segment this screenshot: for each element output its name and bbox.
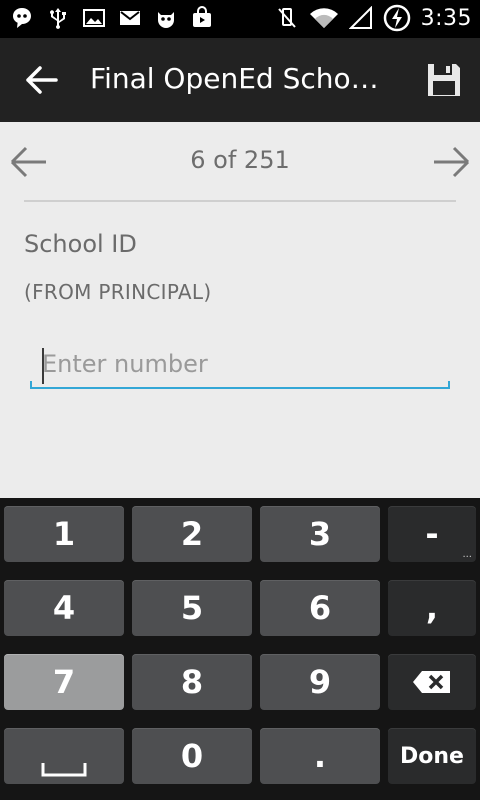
input-underline xyxy=(30,387,450,389)
key-2[interactable]: 2 xyxy=(132,506,252,562)
android-icon xyxy=(158,12,174,28)
status-bar: 3:35 xyxy=(0,0,480,38)
talk-icon xyxy=(13,8,31,28)
key-dash[interactable]: - ... xyxy=(388,506,476,562)
done-key[interactable]: Done xyxy=(388,728,476,784)
number-input[interactable] xyxy=(30,340,450,388)
wifi-icon xyxy=(309,8,338,28)
save-icon[interactable] xyxy=(424,60,464,100)
divider xyxy=(24,200,456,202)
key-6[interactable]: 6 xyxy=(260,580,380,636)
clock: 3:35 xyxy=(420,5,472,31)
answer-field xyxy=(30,340,450,392)
question-navigation: 6 of 251 xyxy=(0,122,480,202)
form-title: Final OpenEd School… xyxy=(90,62,390,95)
text-cursor xyxy=(42,348,44,384)
key-8[interactable]: 8 xyxy=(132,654,252,710)
arrow-back-icon[interactable] xyxy=(22,58,62,102)
numeric-keyboard: 1 2 3 - ... 4 5 6 , 7 8 9 0 . Done xyxy=(0,498,480,800)
usb-icon xyxy=(50,8,66,29)
gmail-icon xyxy=(120,11,140,25)
key-4[interactable]: 4 xyxy=(4,580,124,636)
key-period[interactable]: . xyxy=(260,728,380,784)
image-icon xyxy=(83,9,105,27)
more-indicator: ... xyxy=(462,549,472,560)
question-label: School ID xyxy=(24,230,137,258)
input-underline-left-tick xyxy=(30,381,32,389)
space-icon xyxy=(41,763,87,777)
backspace-icon xyxy=(413,671,450,693)
key-dash-label: - xyxy=(425,515,439,553)
question-counter: 6 of 251 xyxy=(190,146,290,174)
key-5[interactable]: 5 xyxy=(132,580,252,636)
backspace-key[interactable] xyxy=(388,654,476,710)
system-icons: 3:35 xyxy=(275,4,472,32)
key-0[interactable]: 0 xyxy=(132,728,252,784)
mute-icon xyxy=(277,8,296,28)
notification-icons xyxy=(10,6,214,30)
action-bar: Final OpenEd School… xyxy=(0,38,480,122)
key-1[interactable]: 1 xyxy=(4,506,124,562)
bag-icon xyxy=(193,6,211,27)
signal-icon xyxy=(348,6,372,29)
key-comma[interactable]: , xyxy=(388,580,476,636)
key-3[interactable]: 3 xyxy=(260,506,380,562)
key-7[interactable]: 7 xyxy=(4,654,124,710)
battery-charging-icon xyxy=(383,4,410,32)
key-9[interactable]: 9 xyxy=(260,654,380,710)
space-key[interactable] xyxy=(4,728,124,784)
input-underline-right-tick xyxy=(448,381,450,389)
question-hint: (FROM PRINCIPAL) xyxy=(24,280,212,304)
arrow-right-icon[interactable] xyxy=(432,142,472,182)
